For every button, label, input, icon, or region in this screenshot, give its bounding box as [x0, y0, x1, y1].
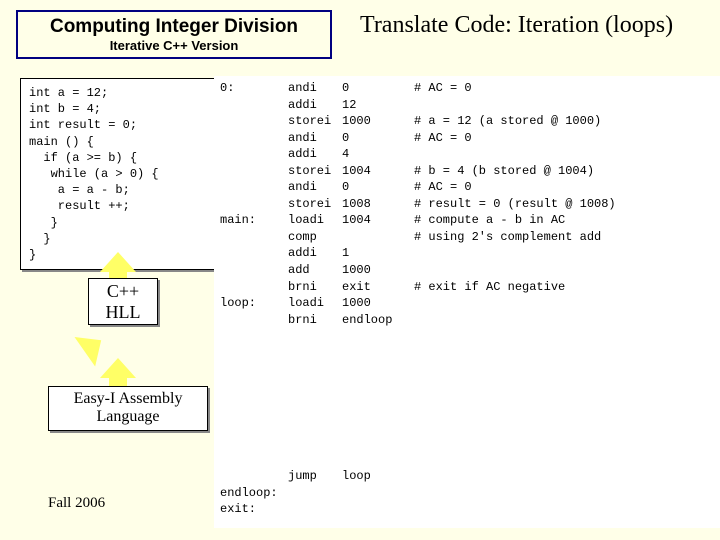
asm-arg-col: 1004: [342, 163, 414, 180]
asm-label-col: 0:: [220, 80, 288, 97]
asm-label-col: main:: [220, 212, 288, 229]
title-main: Computing Integer Division: [24, 16, 324, 38]
asm-arg-col: endloop: [342, 312, 414, 329]
asm-arg-col: 1000: [342, 262, 414, 279]
asm-arg-col: 1008: [342, 196, 414, 213]
asm-op-col: addi: [288, 245, 342, 262]
title-box: Computing Integer Division Iterative C++…: [16, 10, 332, 59]
asm-label-col: [220, 179, 288, 196]
asm-comment-col: # exit if AC negative: [414, 279, 565, 296]
asm-op-col: andi: [288, 130, 342, 147]
asm-label-col: [220, 113, 288, 130]
asm-arg-col: 4: [342, 146, 414, 163]
asm-op-col: storei: [288, 113, 342, 130]
asm-row: addi4: [220, 146, 716, 163]
asm-label-col: loop:: [220, 295, 288, 312]
asm-row: main:loadi1004# compute a - b in AC: [220, 212, 716, 229]
footer-text: Fall 2006: [48, 495, 105, 512]
asm-arg-col: 1: [342, 245, 414, 262]
asm-arg-col: loop: [342, 468, 414, 485]
arrow-up-icon: [100, 252, 136, 272]
asm-label-col: [220, 262, 288, 279]
asm-label-col: [220, 245, 288, 262]
asm-comment-col: # a = 12 (a stored @ 1000): [414, 113, 601, 130]
asm-arg-col: [342, 501, 414, 518]
asm-arg-col: 1000: [342, 295, 414, 312]
asm-comment-col: # AC = 0: [414, 179, 472, 196]
asm-label-col: [220, 229, 288, 246]
asm-op-col: brni: [288, 312, 342, 329]
asm-arg-col: [342, 229, 414, 246]
asm-arg-col: 12: [342, 97, 414, 114]
asm-row: loop:loadi1000: [220, 295, 716, 312]
asm-op-col: comp: [288, 229, 342, 246]
asm-op-col: add: [288, 262, 342, 279]
asm-row: add1000: [220, 262, 716, 279]
asm-label-col: [220, 196, 288, 213]
asm-op-col: loadi: [288, 295, 342, 312]
asm-arg-col: 1000: [342, 113, 414, 130]
asm-op-col: addi: [288, 97, 342, 114]
title-sub: Iterative C++ Version: [24, 38, 324, 53]
asm-arg-col: 0: [342, 80, 414, 97]
asm-label-col: exit:: [220, 501, 288, 518]
asm-label-col: [220, 163, 288, 180]
asm-row: 0:andi0# AC = 0: [220, 80, 716, 97]
asm-op-col: [288, 485, 342, 502]
asm-row: andi0# AC = 0: [220, 179, 716, 196]
arrow-up-icon: [100, 358, 136, 378]
asm-op-col: andi: [288, 80, 342, 97]
hll-label-box: C++ HLL: [88, 278, 158, 325]
asm-row: andi0# AC = 0: [220, 130, 716, 147]
asm-row: brniexit# exit if AC negative: [220, 279, 716, 296]
asm-arg-col: [342, 485, 414, 502]
asm-op-col: [288, 501, 342, 518]
asm-arg-col: exit: [342, 279, 414, 296]
asm-label-col: [220, 279, 288, 296]
asm-row: addi12: [220, 97, 716, 114]
asm-op-col: brni: [288, 279, 342, 296]
asm-label-col: [220, 312, 288, 329]
asm-arg-col: 1004: [342, 212, 414, 229]
asm-op-col: loadi: [288, 212, 342, 229]
cpp-code-box: int a = 12; int b = 4; int result = 0; m…: [20, 78, 216, 270]
asm-row: endloop:: [220, 485, 716, 502]
asm-row: storei1004# b = 4 (b stored @ 1004): [220, 163, 716, 180]
asm-label-col: [220, 468, 288, 485]
asm-label-col: endloop:: [220, 485, 288, 502]
asm-op-col: addi: [288, 146, 342, 163]
asm-row: addi1: [220, 245, 716, 262]
asm-label-box: Easy-I Assembly Language: [48, 386, 208, 431]
asm-op-col: jump: [288, 468, 342, 485]
assembly-code-block: 0:andi0# AC = 0addi12storei1000# a = 12 …: [214, 76, 720, 528]
asm-row: jumploop: [220, 468, 716, 485]
asm-op-col: andi: [288, 179, 342, 196]
asm-arg-col: 0: [342, 130, 414, 147]
asm-comment-col: # AC = 0: [414, 80, 472, 97]
asm-label-col: [220, 130, 288, 147]
asm-comment-col: # compute a - b in AC: [414, 212, 565, 229]
slide-title: Translate Code: Iteration (loops): [360, 12, 673, 39]
asm-row: exit:: [220, 501, 716, 518]
asm-arg-col: 0: [342, 179, 414, 196]
asm-op-col: storei: [288, 163, 342, 180]
asm-op-col: storei: [288, 196, 342, 213]
asm-row: storei1008# result = 0 (result @ 1008): [220, 196, 716, 213]
asm-comment-col: # using 2's complement add: [414, 229, 601, 246]
asm-label-col: [220, 97, 288, 114]
asm-row: storei1000# a = 12 (a stored @ 1000): [220, 113, 716, 130]
asm-comment-col: # b = 4 (b stored @ 1004): [414, 163, 594, 180]
asm-label-col: [220, 146, 288, 163]
asm-row: comp # using 2's complement add: [220, 229, 716, 246]
asm-comment-col: # result = 0 (result @ 1008): [414, 196, 616, 213]
asm-comment-col: # AC = 0: [414, 130, 472, 147]
asm-row: brniendloop: [220, 312, 716, 329]
